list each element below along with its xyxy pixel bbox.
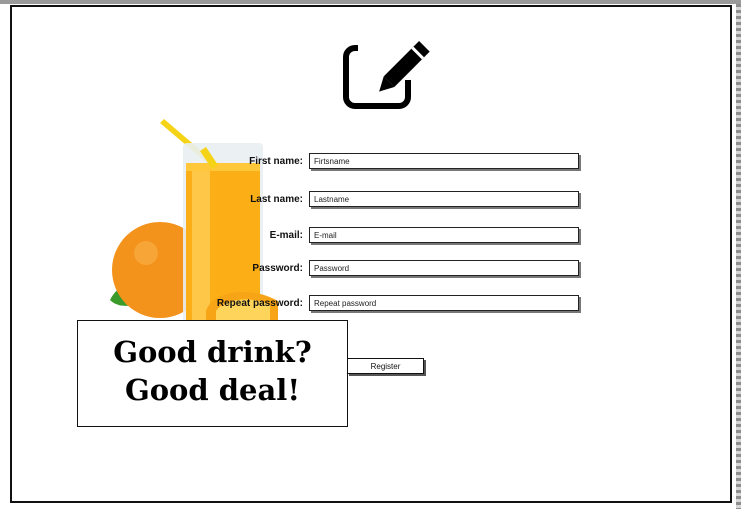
promo-line-2: Good deal! <box>124 373 301 407</box>
orange-juice-image <box>110 119 278 323</box>
repeat-password-input[interactable] <box>309 295 579 311</box>
last-name-label: Last name: <box>250 194 303 205</box>
email-input[interactable] <box>309 227 579 243</box>
first-name-input[interactable] <box>309 153 579 169</box>
repeat-password-label: Repeat password: <box>216 298 303 309</box>
register-button[interactable]: Register <box>347 358 424 374</box>
last-name-input[interactable] <box>309 191 579 207</box>
promo-banner: Good drink? Good deal! <box>77 320 348 427</box>
first-name-label: First name: <box>249 156 303 167</box>
edit-icon <box>343 41 430 109</box>
right-edge-shadow <box>736 4 741 509</box>
email-label: E-mail: <box>269 230 303 241</box>
promo-line-1: Good drink? <box>113 335 312 369</box>
top-edge <box>0 0 741 4</box>
password-input[interactable] <box>309 260 579 276</box>
password-label: Password: <box>252 263 303 274</box>
